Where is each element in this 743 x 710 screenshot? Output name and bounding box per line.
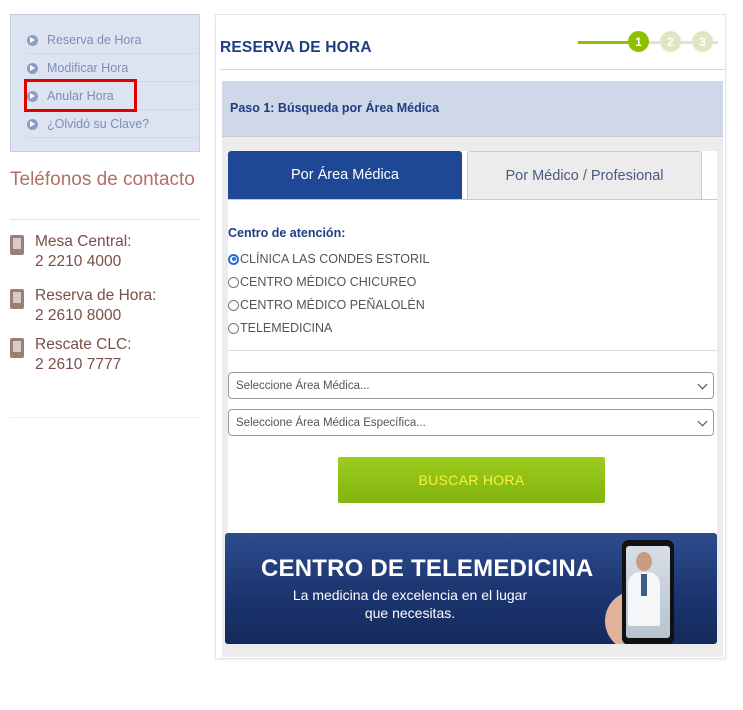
phone-number: 2 2610 8000 — [35, 307, 122, 324]
divider — [10, 219, 200, 220]
banner-subtitle: La medicina de excelencia en el lugar qu… — [292, 587, 528, 621]
step-indicator: 1 2 3 — [578, 31, 718, 53]
radio-checked-icon[interactable] — [228, 253, 239, 265]
chevron-down-icon — [697, 379, 708, 390]
page-title: RESERVA DE HORA — [220, 39, 372, 56]
phone-label: Reserva de Hora: — [35, 287, 157, 304]
radio-unchecked-icon[interactable] — [228, 299, 239, 311]
phone-number: 2 2210 4000 — [35, 253, 122, 270]
radio-label: CENTRO MÉDICO PEÑALOLÉN — [240, 298, 425, 312]
sidebar-item-reserva-hora[interactable]: Reserva de Hora — [27, 27, 191, 53]
radio-unchecked-icon[interactable] — [228, 276, 239, 288]
tab-por-medico[interactable]: Por Médico / Profesional — [467, 151, 702, 199]
tab-por-area-medica[interactable]: Por Área Médica — [228, 151, 462, 199]
sidebar-item-label: ¿Olvidó su Clave? — [47, 117, 150, 131]
step-header: Paso 1: Búsqueda por Área Médica — [222, 81, 723, 137]
radio-option-estoril[interactable]: CLÍNICA LAS CONDES ESTORIL — [228, 249, 429, 269]
banner-title: CENTRO DE TELEMEDICINA — [261, 555, 594, 582]
reservation-panel: RESERVA DE HORA 1 2 3 Paso 1: Búsqueda p… — [215, 14, 726, 659]
sidebar-item-label: Modificar Hora — [47, 61, 129, 75]
center-label: Centro de atención: — [228, 226, 346, 240]
chevron-right-icon — [27, 118, 38, 130]
radio-option-telemedicina[interactable]: TELEMEDICINA — [228, 318, 332, 338]
search-form: Por Área Médica Por Médico / Profesional… — [228, 151, 717, 547]
divider — [228, 350, 717, 351]
divider — [27, 53, 197, 54]
divider — [220, 69, 725, 70]
mobile-phone-icon — [10, 289, 24, 309]
area-medica-select[interactable]: Seleccione Área Médica... — [228, 372, 714, 399]
chevron-right-icon — [27, 62, 38, 74]
search-container: Paso 1: Búsqueda por Área Médica Por Áre… — [222, 81, 723, 657]
select-value: Seleccione Área Médica... — [236, 379, 370, 392]
phone-number: 2 2610 7777 — [35, 356, 122, 373]
search-button[interactable]: BUSCAR HORA — [338, 457, 605, 503]
phone-label: Rescate CLC: — [35, 336, 132, 353]
divider — [10, 417, 200, 418]
doctor-tie — [641, 574, 647, 596]
step-1: 1 — [628, 31, 649, 52]
sidebar-item-label: Reserva de Hora — [47, 33, 142, 47]
chevron-right-icon — [27, 34, 38, 46]
smartphone-doctor-image — [622, 540, 674, 644]
radio-label: CENTRO MÉDICO CHICUREO — [240, 275, 417, 289]
step-3: 3 — [692, 31, 713, 52]
phone-label: Mesa Central: — [35, 233, 132, 250]
step-header-text: Paso 1: Búsqueda por Área Médica — [230, 101, 440, 115]
divider — [228, 199, 717, 200]
radio-option-chicureo[interactable]: CENTRO MÉDICO CHICUREO — [228, 272, 416, 292]
sidebar-item-olvido-clave[interactable]: ¿Olvidó su Clave? — [27, 111, 191, 137]
mobile-phone-icon — [10, 338, 24, 358]
contact-title: Teléfonos de contacto — [10, 169, 195, 190]
chevron-down-icon — [697, 416, 708, 427]
doctor-head — [636, 552, 652, 571]
sidebar-item-modificar-hora[interactable]: Modificar Hora — [27, 55, 191, 81]
radio-unchecked-icon[interactable] — [228, 322, 239, 334]
telemedicine-banner[interactable]: CENTRO DE TELEMEDICINA La medicina de ex… — [225, 533, 717, 644]
highlight-frame — [24, 79, 137, 112]
mobile-phone-icon — [10, 235, 24, 255]
radio-label: CLÍNICA LAS CONDES ESTORIL — [240, 252, 430, 266]
radio-label: TELEMEDICINA — [240, 321, 333, 335]
divider — [27, 137, 197, 138]
select-value: Seleccione Área Médica Específica... — [236, 416, 426, 429]
area-especifica-select[interactable]: Seleccione Área Médica Específica... — [228, 409, 714, 436]
radio-option-penalolen[interactable]: CENTRO MÉDICO PEÑALOLÉN — [228, 295, 425, 315]
step-2: 2 — [660, 31, 681, 52]
